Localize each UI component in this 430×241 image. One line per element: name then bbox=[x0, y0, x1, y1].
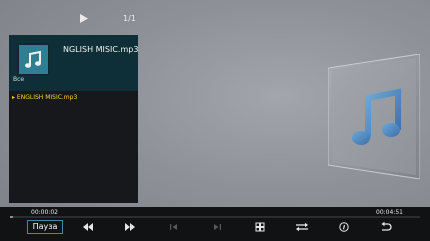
back-icon bbox=[381, 221, 392, 231]
grid-view-button[interactable] bbox=[252, 221, 268, 233]
pause-button[interactable]: Пауза bbox=[27, 220, 63, 234]
playlist-item[interactable]: ▸ ENGLISH MISIC.mp3 bbox=[12, 94, 77, 101]
track-thumbnail bbox=[19, 45, 48, 74]
rewind-button[interactable] bbox=[80, 221, 96, 233]
grid-icon bbox=[255, 222, 265, 232]
previous-track-icon bbox=[170, 224, 177, 230]
total-time: 00:04:51 bbox=[376, 209, 403, 216]
page-count: 1/1 bbox=[123, 14, 136, 23]
repeat-button[interactable] bbox=[294, 221, 310, 233]
next-track-icon bbox=[214, 224, 221, 230]
track-title: NGLISH MISIC.mp3 bbox=[63, 45, 139, 54]
album-art bbox=[328, 54, 420, 179]
fast-forward-icon bbox=[125, 223, 135, 231]
back-button[interactable] bbox=[378, 221, 394, 233]
progress-bar[interactable] bbox=[10, 216, 420, 218]
now-playing-panel: NGLISH MISIC.mp3 Все ▸ ENGLISH MISIC.mp3 bbox=[9, 35, 138, 203]
next-track-button[interactable] bbox=[209, 221, 225, 233]
previous-track-button[interactable] bbox=[166, 221, 182, 233]
repeat-icon bbox=[296, 222, 308, 232]
folder-label[interactable]: Все bbox=[13, 76, 24, 83]
play-status-icon bbox=[80, 14, 88, 23]
panel-header: NGLISH MISIC.mp3 Все bbox=[9, 35, 138, 91]
rewind-icon bbox=[83, 223, 93, 231]
fast-forward-button[interactable] bbox=[122, 221, 138, 233]
music-note-icon bbox=[25, 50, 41, 68]
progress-fill bbox=[10, 216, 13, 218]
info-icon bbox=[339, 222, 349, 232]
info-button[interactable] bbox=[336, 221, 352, 233]
current-time: 00:00:02 bbox=[31, 209, 58, 216]
